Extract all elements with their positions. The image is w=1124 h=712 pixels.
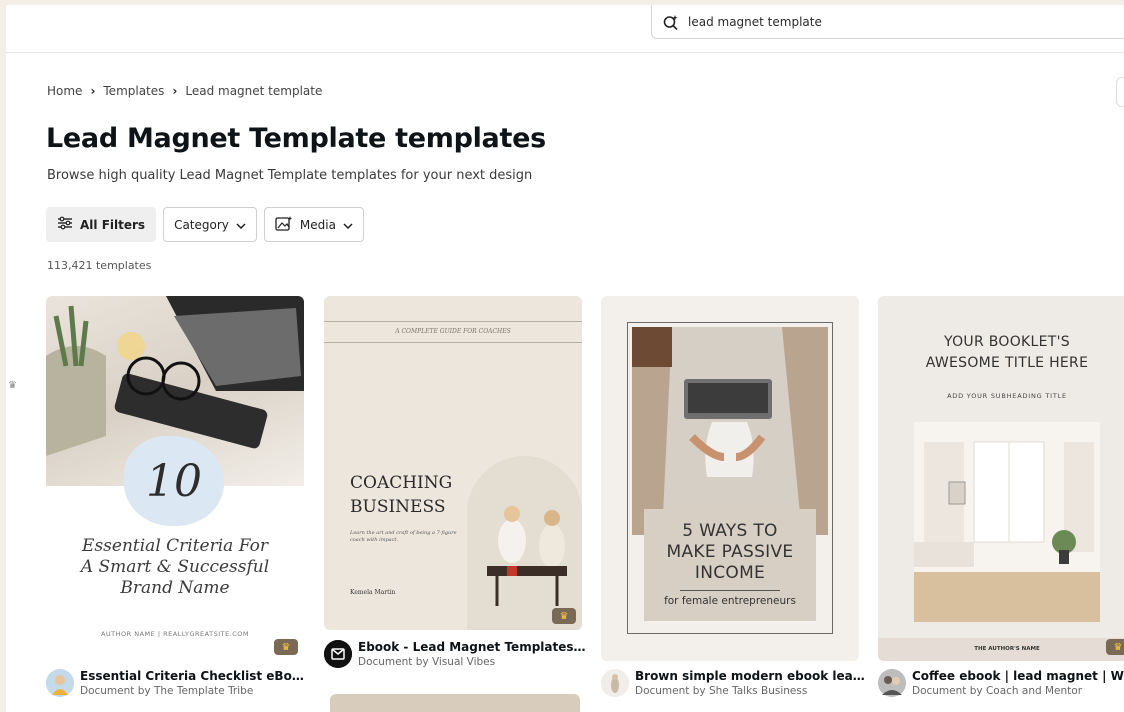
search-input[interactable]: lead magnet template	[651, 5, 1124, 39]
breadcrumb-templates[interactable]: Templates	[103, 84, 164, 98]
all-filters-label: All Filters	[80, 217, 146, 232]
card-byline: Document by She Talks Business	[635, 685, 808, 697]
category-label: Category	[174, 217, 229, 232]
avatar	[601, 669, 629, 697]
all-filters-button[interactable]: All Filters	[46, 207, 157, 242]
card-title[interactable]: Coffee ebook | lead magnet | Workb...	[912, 669, 1124, 683]
breadcrumb: Home › Templates › Lead magnet template	[47, 84, 322, 98]
cover-small: Learn the art and craft of being a 7-fig…	[350, 530, 457, 543]
cover-heading-1: COACHING	[350, 473, 453, 493]
cover-number: 10	[146, 455, 202, 507]
crown-icon: ♛	[8, 380, 17, 391]
card-title[interactable]: Brown simple modern ebook lead m...	[635, 669, 865, 683]
filter-bar: All Filters Category Media	[46, 207, 364, 242]
cover-body: Essential Criteria For A Smart & Success…	[80, 536, 270, 598]
number-blob: 10	[124, 436, 224, 526]
divider	[324, 321, 582, 322]
chevron-right-icon: ›	[90, 84, 96, 98]
card-byline: Document by Visual Vibes	[358, 656, 496, 668]
avatar	[46, 669, 74, 697]
cover-heading-2: AWESOME TITLE HERE	[925, 355, 1089, 371]
laptop-photo	[632, 327, 828, 535]
cover-heading-2: BUSINESS	[350, 497, 446, 517]
cover-author: AUTHOR NAME | REALLYGREATSITE.COM	[100, 630, 250, 638]
chevron-down-icon	[236, 218, 246, 232]
chevron-down-icon	[343, 218, 353, 232]
card-meta: Ebook - Lead Magnet Templates for ... Do…	[324, 640, 594, 668]
crown-icon: ♛	[552, 608, 576, 624]
cover-heading-1: YOUR BOOKLET'S	[944, 334, 1070, 350]
template-count: 113,421 templates	[47, 259, 152, 272]
avatar	[878, 669, 906, 697]
cover-heading: COACHING BUSINESS	[350, 471, 452, 519]
breadcrumb-home[interactable]: Home	[47, 84, 82, 98]
template-card[interactable]: YOUR BOOKLET'S AWESOME TITLE HERE ADD YO…	[878, 296, 1124, 697]
cover-name: Kemela Martin	[350, 589, 396, 596]
card-meta: Coffee ebook | lead magnet | Workb... Do…	[878, 669, 1124, 697]
template-card[interactable]: A COMPLETE GUIDE FOR COACHES COACHING BU…	[324, 296, 588, 712]
room-photo	[914, 422, 1100, 622]
cover-heading-2: MAKE PASSIVE	[666, 542, 794, 562]
template-thumbnail[interactable]: 10 Essential Criteria For A Smart & Succ…	[46, 296, 304, 661]
avatar	[324, 640, 352, 668]
chevron-right-icon: ›	[172, 84, 178, 98]
divider	[680, 590, 780, 591]
search-value: lead magnet template	[688, 14, 822, 29]
breadcrumb-current: Lead magnet template	[185, 84, 323, 98]
sliders-icon	[57, 216, 73, 233]
page-subtitle: Browse high quality Lead Magnet Template…	[47, 168, 533, 183]
card-meta: Essential Criteria Checklist eBook Le...…	[46, 669, 316, 697]
template-thumbnail[interactable]: A COMPLETE GUIDE FOR COACHES COACHING BU…	[324, 296, 582, 630]
sparkle-search-icon	[660, 11, 682, 33]
cover-heading-3: INCOME	[694, 563, 766, 583]
cover-author: THE AUTHOR'S NAME	[878, 638, 1124, 661]
page-frame: lead magnet template Home › Templates › …	[6, 5, 1124, 712]
arch-photo	[467, 456, 582, 630]
page-title: Lead Magnet Template templates	[46, 123, 546, 154]
template-thumbnail[interactable]: 5 WAYS TO MAKE PASSIVE INCOME for female…	[601, 296, 859, 661]
category-dropdown[interactable]: Category	[163, 207, 257, 242]
cover-subtitle: for female entrepreneurs	[664, 595, 796, 607]
cover-guide: A COMPLETE GUIDE FOR COACHES	[395, 328, 511, 335]
cover-text-box: 5 WAYS TO MAKE PASSIVE INCOME for female…	[644, 509, 816, 621]
divider	[324, 342, 582, 343]
card-byline: Document by Coach and Mentor	[912, 685, 1083, 697]
cover-heading: YOUR BOOKLET'S AWESOME TITLE HERE	[878, 332, 1124, 374]
cover-heading-1: 5 WAYS TO	[682, 521, 778, 541]
card-title[interactable]: Essential Criteria Checklist eBook Le...	[80, 669, 310, 683]
media-icon	[275, 215, 293, 234]
template-thumbnail[interactable]: YOUR BOOKLET'S AWESOME TITLE HERE ADD YO…	[878, 296, 1124, 661]
crown-icon: ♛	[1106, 639, 1124, 655]
media-dropdown[interactable]: Media	[263, 207, 364, 242]
template-card[interactable]: 5 WAYS TO MAKE PASSIVE INCOME for female…	[601, 296, 865, 697]
cover-subheading: ADD YOUR SUBHEADING TITLE	[947, 392, 1067, 400]
top-bar: lead magnet template	[6, 5, 1124, 53]
template-thumbnail-partial[interactable]	[330, 694, 580, 712]
card-meta: Brown simple modern ebook lead m... Docu…	[601, 669, 871, 697]
card-title[interactable]: Ebook - Lead Magnet Templates for ...	[358, 640, 588, 654]
top-right-button[interactable]	[1116, 77, 1124, 107]
crown-icon: ♛	[274, 639, 298, 655]
media-label: Media	[299, 217, 336, 232]
template-card[interactable]: 10 Essential Criteria For A Smart & Succ…	[46, 296, 310, 697]
cover-heading: 5 WAYS TO MAKE PASSIVE INCOME	[644, 521, 816, 584]
card-byline: Document by The Template Tribe	[80, 685, 254, 697]
